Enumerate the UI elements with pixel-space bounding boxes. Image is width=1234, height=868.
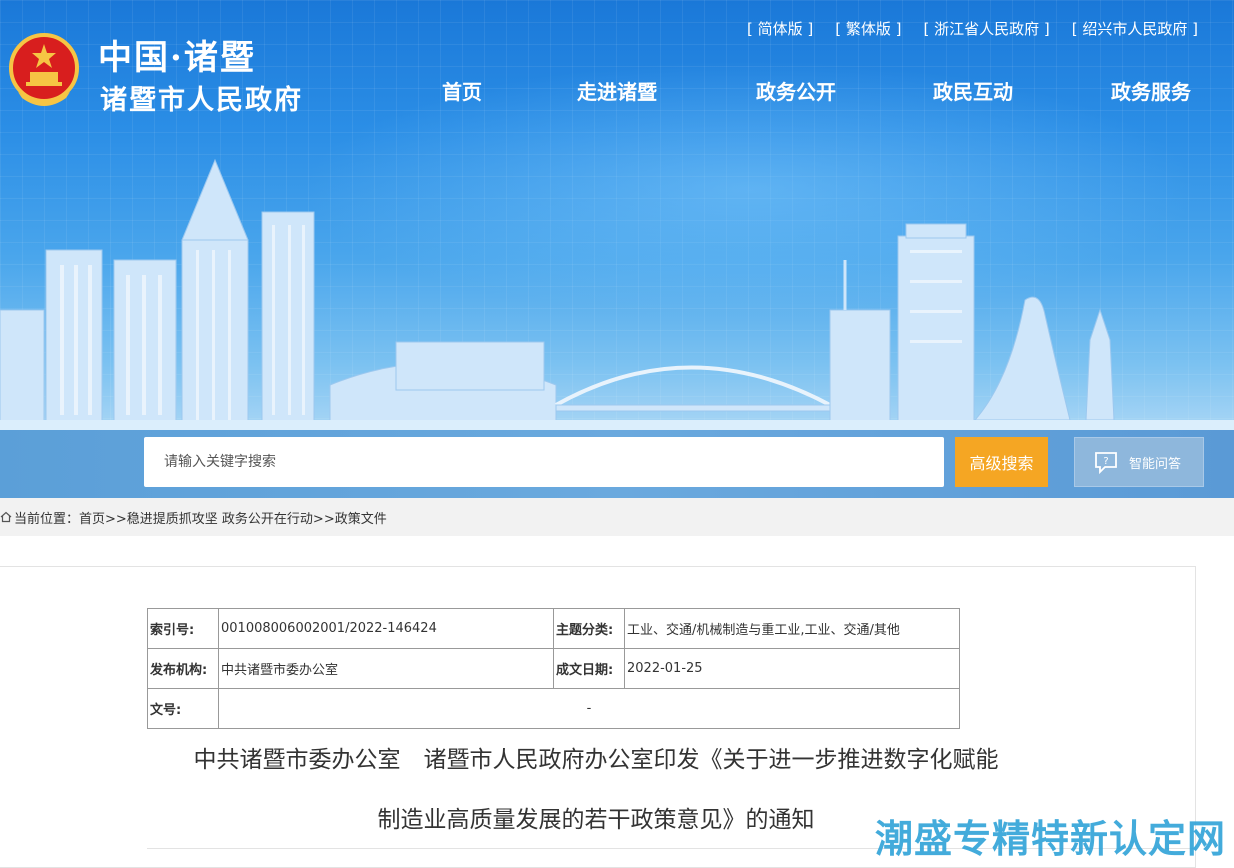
date-label: 成文日期: — [553, 648, 625, 689]
nav-gov-affairs[interactable]: 政务公开 — [756, 76, 836, 105]
national-emblem-icon — [9, 33, 79, 106]
index-value: 001008006002001/2022-146424 — [218, 608, 554, 649]
search-band: 高级搜索 ? 智能问答 — [0, 430, 1234, 498]
smart-qa-button[interactable]: ? 智能问答 — [1074, 437, 1204, 487]
breadcrumb: 当前位置： 首页>>稳进提质抓攻坚 政务公开在行动>>政策文件 — [0, 498, 1234, 536]
link-simplified[interactable]: [ 简体版 ] — [747, 18, 813, 39]
table-row: 索引号: 001008006002001/2022-146424 主题分类: 工… — [147, 608, 960, 649]
document-meta-table: 索引号: 001008006002001/2022-146424 主题分类: 工… — [147, 608, 960, 729]
brand-title: 中国·诸暨 — [98, 38, 256, 78]
date-value: 2022-01-25 — [624, 648, 960, 689]
search-input[interactable] — [144, 437, 944, 487]
city-skyline-illustration — [0, 158, 1234, 430]
publisher-label: 发布机构: — [147, 648, 219, 689]
docno-value: - — [218, 688, 960, 729]
docno-label: 文号: — [147, 688, 219, 729]
smart-qa-label: 智能问答 — [1129, 456, 1182, 472]
topic-label: 主题分类: — [553, 608, 625, 649]
article-title-line1: 中共诸暨市委办公室 诸暨市人民政府办公室印发《关于进一步推进数字化赋能 — [193, 747, 999, 773]
breadcrumb-prefix: 当前位置： — [14, 511, 80, 527]
header-banner: 中国·诸暨 诸暨市人民政府 [ 简体版 ] [ 繁体版 ] [ 浙江省人民政府 … — [0, 0, 1234, 430]
advanced-search-button[interactable]: 高级搜索 — [955, 437, 1048, 487]
nav-interaction[interactable]: 政民互动 — [933, 76, 1013, 105]
topic-value: 工业、交通/机械制造与重工业,工业、交通/其他 — [624, 608, 960, 649]
publisher-value: 中共诸暨市委办公室 — [218, 648, 554, 689]
link-shaoxing-gov[interactable]: [ 绍兴市人民政府 ] — [1072, 18, 1198, 39]
nav-about-zhuji[interactable]: 走进诸暨 — [577, 76, 657, 105]
nav-services[interactable]: 政务服务 — [1111, 76, 1191, 105]
top-links: [ 简体版 ] [ 繁体版 ] [ 浙江省人民政府 ] [ 绍兴市人民政府 ] — [747, 18, 1198, 39]
breadcrumb-path[interactable]: 首页>>稳进提质抓攻坚 政务公开在行动>>政策文件 — [79, 508, 387, 527]
index-label: 索引号: — [147, 608, 219, 649]
table-row: 文号: - — [147, 688, 960, 729]
link-zhejiang-gov[interactable]: [ 浙江省人民政府 ] — [924, 18, 1050, 39]
main-nav: 首页 走进诸暨 政务公开 政民互动 政务服务 — [410, 76, 1210, 104]
table-row: 发布机构: 中共诸暨市委办公室 成文日期: 2022-01-25 — [147, 648, 960, 689]
link-traditional[interactable]: [ 繁体版 ] — [835, 18, 901, 39]
nav-home[interactable]: 首页 — [442, 76, 482, 105]
chat-bubble-icon: ? — [1095, 452, 1117, 475]
home-icon — [0, 511, 12, 523]
brand-subtitle: 诸暨市人民政府 — [100, 85, 303, 116]
svg-text:?: ? — [1103, 456, 1108, 467]
